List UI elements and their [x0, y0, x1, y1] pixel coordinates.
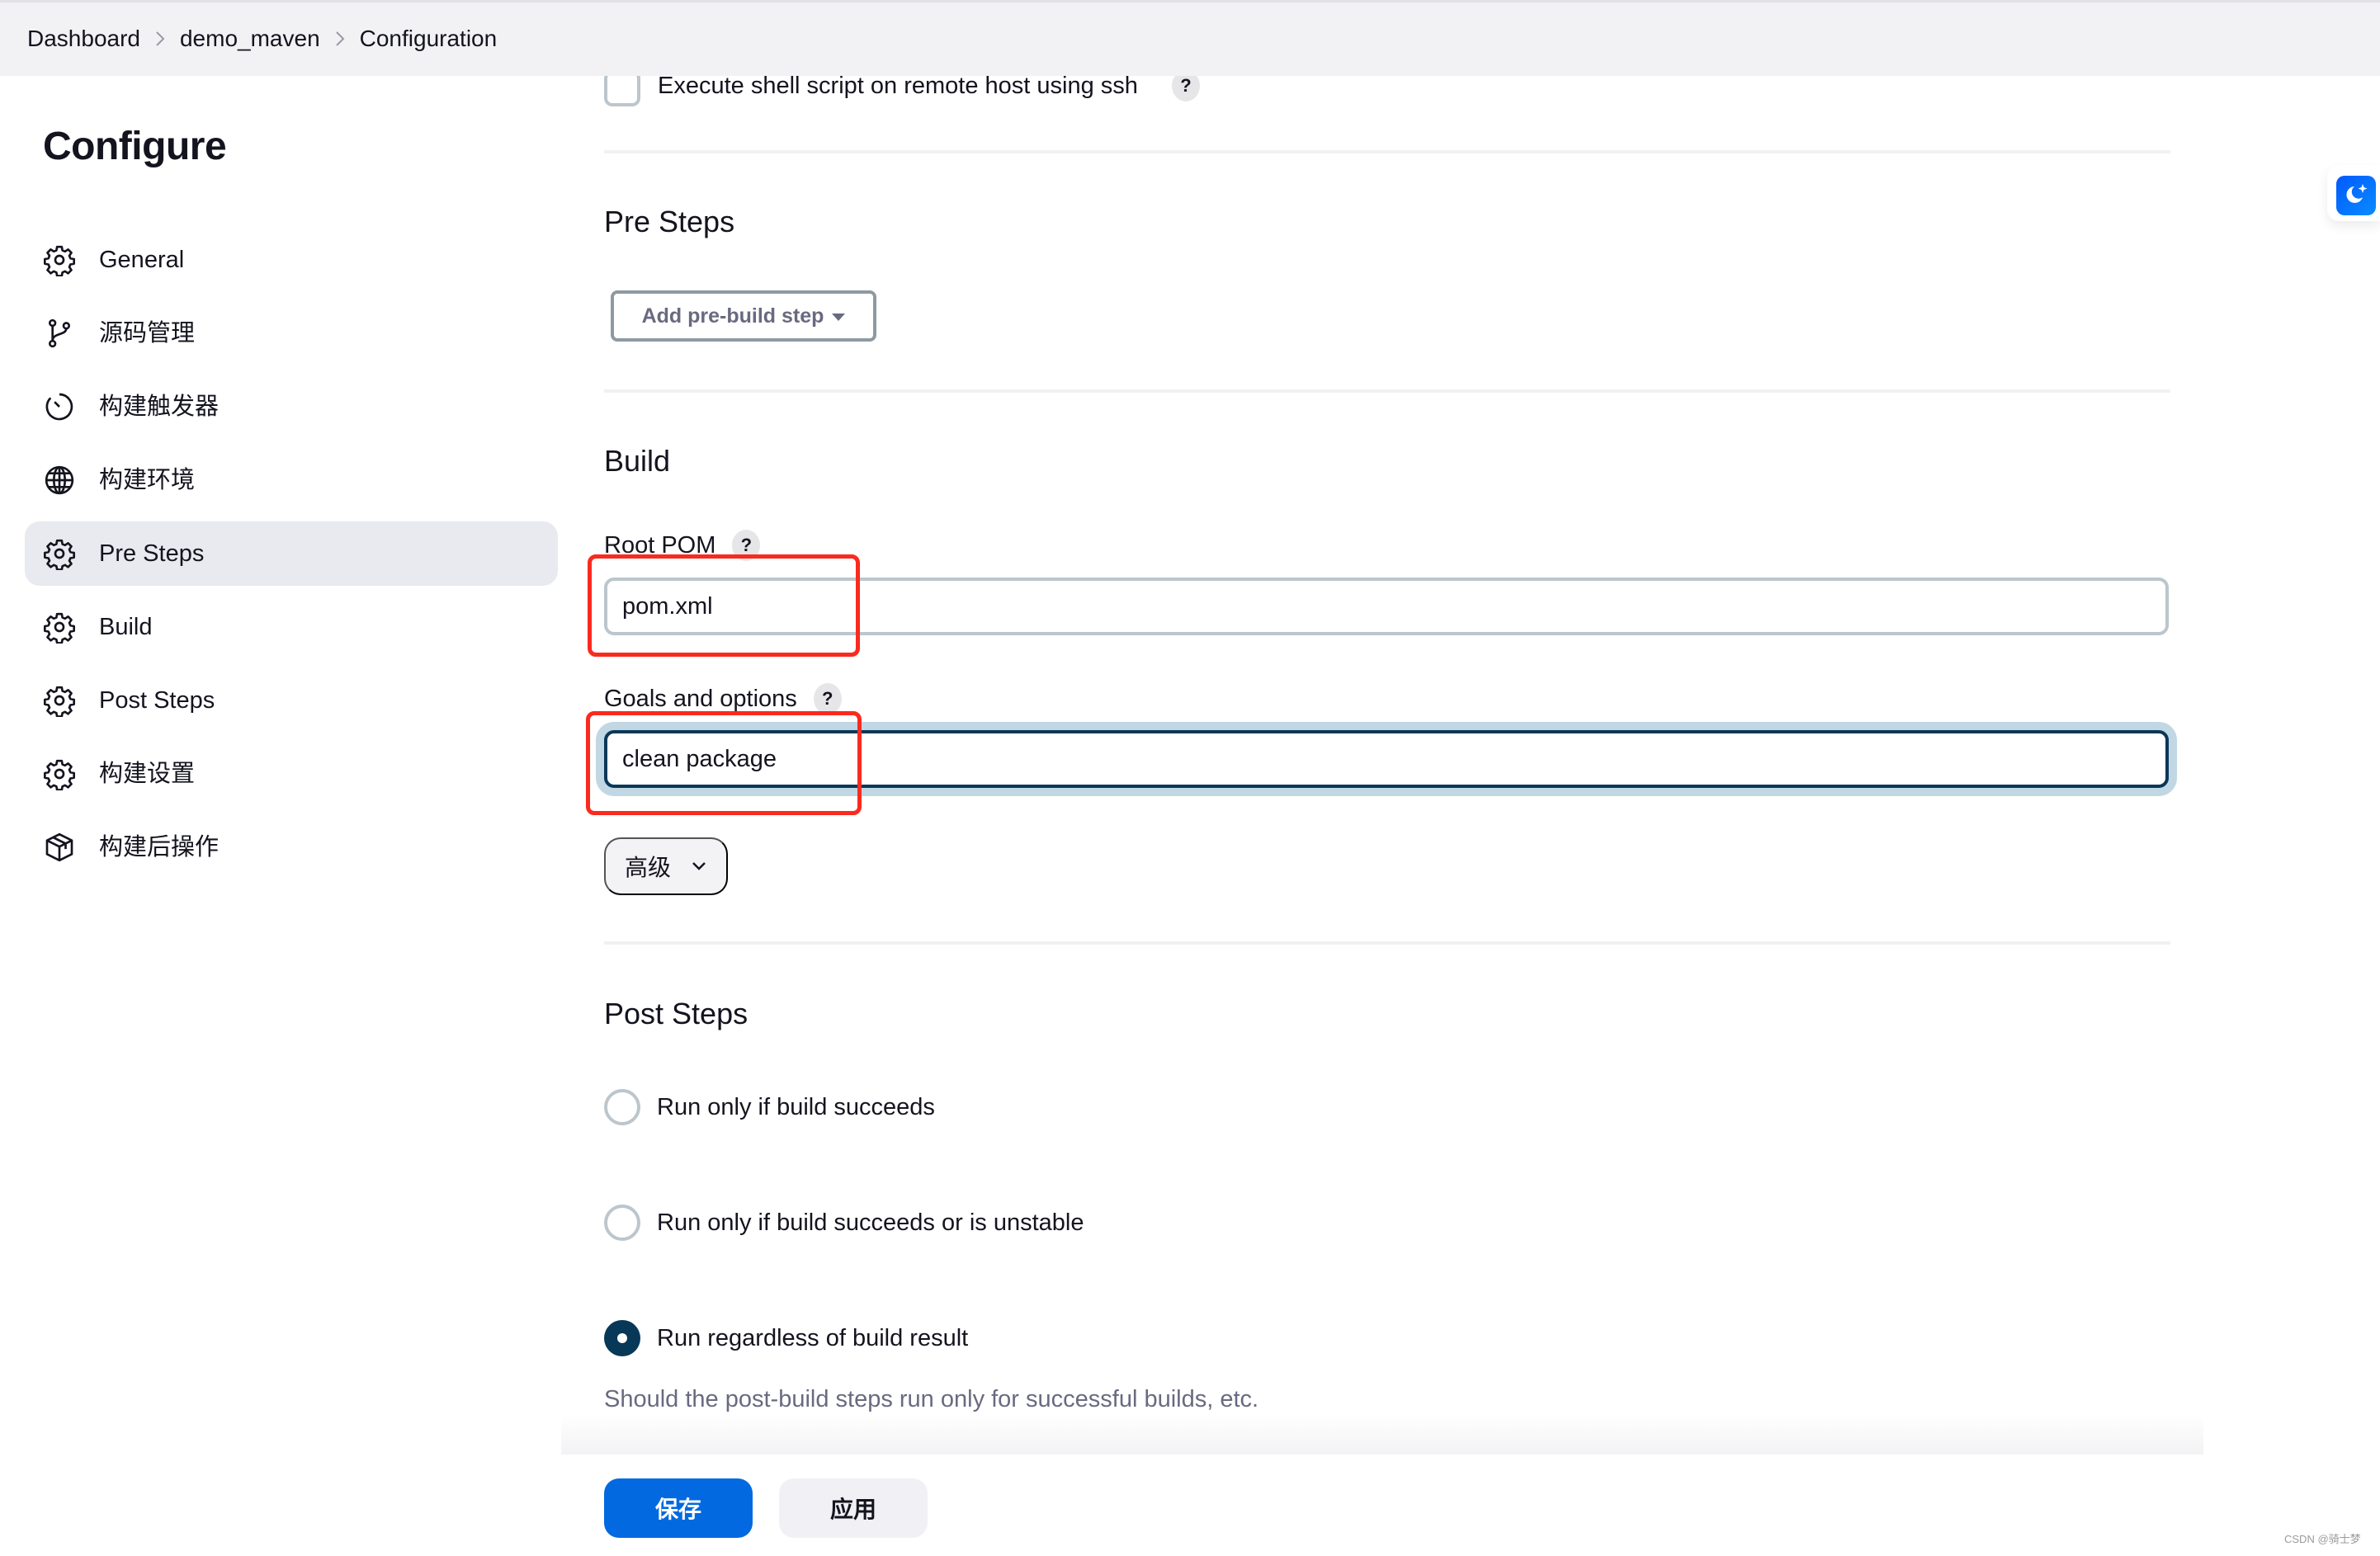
sidebar-item-label: Pre Steps: [99, 540, 205, 567]
ssh-checkbox-label[interactable]: Execute shell script on remote host usin…: [658, 73, 1138, 100]
section-title-pre-steps: Pre Steps: [604, 205, 735, 238]
section-title-post-steps: Post Steps: [604, 997, 748, 1030]
page-title: Configure: [43, 125, 227, 168]
breadcrumb-configuration[interactable]: Configuration: [360, 26, 498, 52]
add-pre-build-step-label: Add pre-build step: [641, 304, 824, 328]
section-divider: [604, 941, 2170, 945]
gear-icon: [43, 684, 76, 718]
chevron-right-icon: [320, 30, 360, 48]
sidebar-item-build[interactable]: Build: [25, 595, 558, 659]
globe-icon: [43, 464, 76, 497]
sidebar-item-label: Post Steps: [99, 687, 215, 714]
chevron-right-icon: [140, 30, 180, 48]
gear-icon: [43, 611, 76, 644]
sidebar-item-build-triggers[interactable]: 构建触发器: [25, 375, 558, 439]
sidebar-item-build-environment[interactable]: 构建环境: [25, 448, 558, 512]
timer-icon: [43, 390, 76, 423]
post-steps-hint: Should the post-build steps run only for…: [604, 1386, 1259, 1412]
sidebar-item-label: 构建触发器: [99, 394, 220, 420]
main-content: Execute shell script on remote host usin…: [604, 0, 2170, 1556]
caret-down-icon: [832, 313, 846, 321]
radio-button[interactable]: [604, 1089, 640, 1125]
sidebar-item-label: Build: [99, 614, 153, 640]
sidebar-item-label: General: [99, 247, 185, 273]
section-title-build: Build: [604, 444, 671, 478]
sidebar-item-build-settings[interactable]: 构建设置: [25, 742, 558, 806]
sidebar-nav: General 源码管理 构建触发器 构建环境 Pre Steps Build …: [25, 228, 558, 889]
section-divider: [604, 150, 2170, 153]
help-icon[interactable]: ?: [813, 683, 842, 714]
radio-label: Run only if build succeeds or is unstabl…: [657, 1209, 1084, 1236]
section-divider: [604, 389, 2170, 393]
breadcrumb-dashboard[interactable]: Dashboard: [27, 26, 140, 52]
sidebar-item-label: 构建后操作: [99, 834, 220, 861]
radio-button[interactable]: [604, 1205, 640, 1241]
goals-options-input[interactable]: [604, 730, 2169, 788]
sidebar-item-post-build-actions[interactable]: 构建后操作: [25, 815, 558, 879]
radio-label: Run regardless of build result: [657, 1325, 969, 1351]
radio-button-checked[interactable]: [604, 1320, 640, 1356]
moon-star-icon: [2346, 184, 2368, 203]
chevron-down-icon: [692, 862, 706, 870]
advanced-button[interactable]: 高级: [604, 837, 728, 895]
theme-toggle-container: [2327, 165, 2380, 221]
watermark: CSDN @骑士梦: [2284, 1533, 2361, 1545]
root-pom-input[interactable]: [604, 578, 2169, 635]
advanced-button-label: 高级: [624, 855, 671, 880]
dark-mode-toggle-button[interactable]: [2336, 176, 2376, 215]
sidebar-item-source-code[interactable]: 源码管理: [25, 301, 558, 365]
add-pre-build-step-button[interactable]: Add pre-build step: [611, 290, 876, 342]
sidebar-item-label: 构建环境: [99, 467, 196, 493]
save-button[interactable]: 保存: [604, 1478, 753, 1538]
goals-options-label: Goals and options: [604, 685, 797, 712]
sidebar-item-post-steps[interactable]: Post Steps: [25, 668, 558, 733]
git-branch-icon: [43, 317, 76, 350]
top-header-bar: Dashboard demo_maven Configuration: [0, 0, 2380, 76]
package-icon: [43, 831, 76, 864]
radio-label: Run only if build succeeds: [657, 1094, 935, 1120]
root-pom-label: Root POM: [604, 531, 716, 559]
breadcrumb-project[interactable]: demo_maven: [180, 26, 320, 52]
sidebar-item-general[interactable]: General: [25, 228, 558, 292]
sidebar-item-label: 源码管理: [99, 320, 196, 347]
root-pom-label-row: Root POM ?: [604, 530, 761, 561]
sidebar-item-pre-steps[interactable]: Pre Steps: [25, 521, 558, 586]
gear-icon: [43, 757, 76, 791]
breadcrumb: Dashboard demo_maven Configuration: [27, 26, 497, 52]
bottom-bar-shadow: [561, 1415, 2203, 1456]
help-icon[interactable]: ?: [732, 530, 761, 561]
gear-icon: [43, 537, 76, 571]
apply-button[interactable]: 应用: [779, 1478, 928, 1538]
goals-label-row: Goals and options ?: [604, 683, 842, 714]
sidebar-item-label: 构建设置: [99, 761, 196, 787]
gear-icon: [43, 243, 76, 277]
